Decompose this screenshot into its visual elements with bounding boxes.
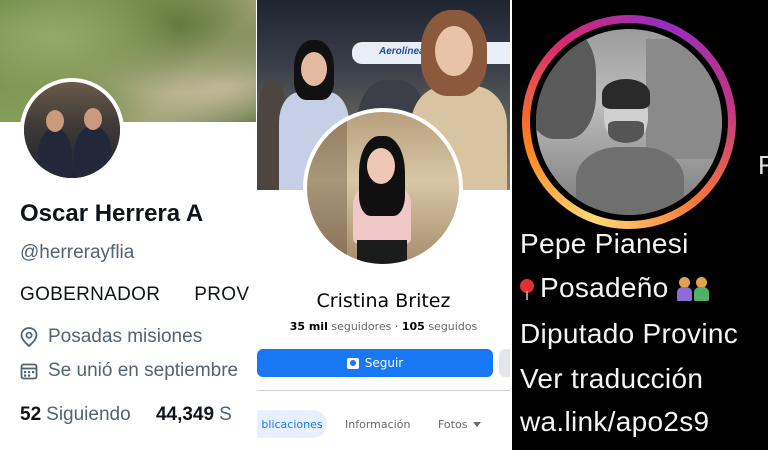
profile-picture[interactable] [303,108,463,268]
cut-off-letter: F [758,150,768,180]
following-label: Siguiendo [46,404,131,425]
profile-name: Pepe Pianesi [520,228,689,259]
profile-picture[interactable] [536,29,722,215]
facebook-profile-panel: Aerolíneas Cristina Britez 35 mil seguid… [257,0,510,450]
followers-link[interactable]: 44,349 S [156,404,232,425]
follow-stats: 52 Siguiendo 44,349 S [20,404,232,426]
follower-stats: 35 mil seguidores · 105 seguidos [257,320,510,333]
joined-row: Se unió en septiembre [20,360,238,382]
follow-icon [346,357,359,369]
followers-label[interactable]: seguidores [331,320,391,333]
website-link[interactable]: wa.link/apo2s9 [520,406,709,438]
followers-label: S [219,404,232,425]
profile-handle: @herrerayflia [20,242,135,263]
profile-name: Oscar Herrera A [20,200,204,227]
joined-text: Se unió en septiembre [48,360,239,381]
profile-bio: GOBERNADOR PROV [20,284,249,306]
calendar-icon [20,363,38,380]
following-count[interactable]: 105 [402,320,425,333]
instagram-profile-panel: F Pepe Pianesi Posadeño Diputado Provinc… [512,0,768,450]
tab-informacion[interactable]: Información [345,410,410,438]
bio-word: GOBERNADOR [20,284,161,305]
follow-button-label: Seguir [364,356,404,370]
profile-name: Cristina Britez [316,290,451,312]
location-text: Posadas misiones [48,326,203,347]
twitter-profile-panel: Oscar Herrera A @herrerayflia GOBERNADOR… [0,0,256,450]
chevron-down-icon [473,421,482,427]
divider [257,390,510,391]
following-link[interactable]: 52 Siguiendo [20,404,131,425]
bio-role: Diputado Provinc [520,318,739,349]
pin-icon [520,279,534,300]
avatar[interactable] [20,78,124,182]
location-text: Posadeño [540,272,669,303]
followers-count: 44,349 [155,404,215,425]
tab-fotos-label: Fotos [438,417,468,431]
translate-link[interactable]: Ver traducción [520,363,703,395]
more-button[interactable] [499,349,510,377]
following-count: 52 [20,404,42,425]
tab-fotos[interactable]: Fotos [438,410,482,438]
stats-separator: · [394,320,399,333]
family-emoji-icon [676,275,711,301]
location-line: Posadeño [520,272,711,304]
followers-count[interactable]: 35 mil [290,320,328,333]
profile-tabs: blicaciones Información Fotos [257,410,510,438]
location-row: Posadas misiones [20,326,202,348]
tab-publicaciones[interactable]: blicaciones [257,410,327,438]
map-pin-icon [20,327,38,347]
bio-word: PROV [194,284,250,305]
following-label[interactable]: seguidos [428,320,477,333]
follow-button[interactable]: Seguir [257,349,493,377]
